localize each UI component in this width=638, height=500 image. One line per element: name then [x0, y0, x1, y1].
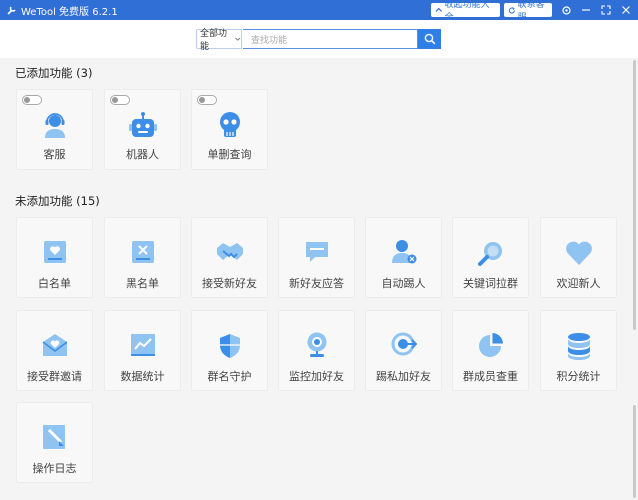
feature-card-new-friend-reply[interactable]: 新好友应答	[278, 217, 355, 298]
search-bar: 全部功能 查找功能	[0, 20, 638, 58]
blacklist-icon	[131, 240, 155, 264]
database-icon	[566, 332, 592, 360]
magnifier-icon	[478, 240, 504, 266]
shield-icon	[218, 333, 242, 359]
feature-card-label: 接受新好友	[192, 275, 267, 291]
feature-card-customer-service[interactable]: 客服	[16, 89, 93, 170]
feature-card-kick-private-add-friend[interactable]: 踢私加好友	[365, 310, 442, 391]
refresh-icon	[508, 6, 516, 15]
maximize-icon[interactable]	[597, 0, 615, 20]
feature-card-monitor-add-friend[interactable]: 监控加好友	[278, 310, 355, 391]
search-input[interactable]: 查找功能	[243, 29, 418, 49]
kick-user-icon	[391, 238, 417, 264]
contact-support-button[interactable]: 联系客服	[504, 3, 552, 17]
feature-card-label: 单删查询	[192, 146, 267, 162]
heart-icon	[565, 240, 593, 266]
category-select[interactable]: 全部功能	[196, 29, 242, 49]
feature-card-blacklist[interactable]: 黑名单	[104, 217, 181, 298]
whitelist-icon	[43, 240, 67, 264]
robot-icon	[129, 111, 157, 139]
feature-card-label: 白名单	[17, 275, 92, 291]
search-icon	[424, 33, 436, 45]
skull-icon	[217, 111, 243, 139]
feature-card-label: 机器人	[105, 146, 180, 162]
feature-card-label: 黑名单	[105, 275, 180, 291]
feature-card-welcome-newcomer[interactable]: 欢迎新人	[540, 217, 617, 298]
feature-card-label: 积分统计	[541, 368, 616, 384]
kick-private-icon	[391, 332, 417, 358]
feature-card-label: 欢迎新人	[541, 275, 616, 291]
feature-card-whitelist[interactable]: 白名单	[16, 217, 93, 298]
chat-bubble-icon	[304, 240, 330, 264]
handshake-icon	[216, 240, 244, 264]
collapse-features-button[interactable]: 收起功能大全	[431, 3, 500, 17]
mail-heart-icon	[41, 332, 69, 358]
close-icon[interactable]	[617, 0, 635, 20]
not-added-section-heading: 未添加功能 (15)	[15, 193, 100, 209]
feature-card-group-member-dedupe[interactable]: 群成员查重	[452, 310, 529, 391]
feature-card-label: 客服	[17, 146, 92, 162]
app-title: WeTool 免费版 6.2.1	[21, 3, 118, 18]
webcam-icon	[305, 332, 329, 358]
category-select-value: 全部功能	[200, 26, 233, 52]
pie-chart-icon	[478, 332, 504, 358]
feature-card-single-delete-check[interactable]: 单删查询	[191, 89, 268, 170]
feature-card-label: 群名守护	[192, 368, 267, 384]
customer-service-icon	[42, 111, 68, 139]
feature-card-label: 操作日志	[17, 460, 92, 476]
feature-card-label: 新好友应答	[279, 275, 354, 291]
feature-card-operation-log[interactable]: 操作日志	[16, 402, 93, 483]
wetool-logo-icon	[4, 3, 18, 17]
feature-card-label: 自动踢人	[366, 275, 441, 291]
minimize-icon[interactable]	[577, 0, 595, 20]
feature-card-accept-group-invite[interactable]: 接受群邀请	[16, 310, 93, 391]
title-bar: WeTool 免费版 6.2.1 收起功能大全 联系客服	[0, 0, 638, 20]
feature-card-group-name-guard[interactable]: 群名守护	[191, 310, 268, 391]
chevron-down-icon	[235, 36, 241, 42]
feature-toggle[interactable]	[22, 95, 42, 105]
feature-card-keyword-pull-group[interactable]: 关键词拉群	[452, 217, 529, 298]
chevron-up-icon	[435, 6, 443, 14]
search-button[interactable]	[418, 29, 441, 49]
feature-toggle[interactable]	[197, 95, 217, 105]
feature-card-robot[interactable]: 机器人	[104, 89, 181, 170]
feature-toggle[interactable]	[110, 95, 130, 105]
scrollbar-thumb[interactable]	[633, 60, 636, 330]
feature-card-label: 关键词拉群	[453, 275, 528, 291]
line-chart-icon	[130, 333, 156, 357]
feature-card-label: 监控加好友	[279, 368, 354, 384]
feature-card-label: 数据统计	[105, 368, 180, 384]
added-section-heading: 已添加功能 (3)	[15, 65, 92, 81]
feature-card-data-stats[interactable]: 数据统计	[104, 310, 181, 391]
feature-card-label: 群成员查重	[453, 368, 528, 384]
log-edit-icon	[42, 424, 68, 450]
feature-card-label: 踢私加好友	[366, 368, 441, 384]
feature-card-label: 接受群邀请	[17, 368, 92, 384]
settings-icon[interactable]	[557, 0, 575, 20]
feature-card-auto-kick[interactable]: 自动踢人	[365, 217, 442, 298]
feature-card-accept-new-friend[interactable]: 接受新好友	[191, 217, 268, 298]
feature-card-points-stats[interactable]: 积分统计	[540, 310, 617, 391]
scrollbar-thumb[interactable]	[633, 405, 636, 498]
